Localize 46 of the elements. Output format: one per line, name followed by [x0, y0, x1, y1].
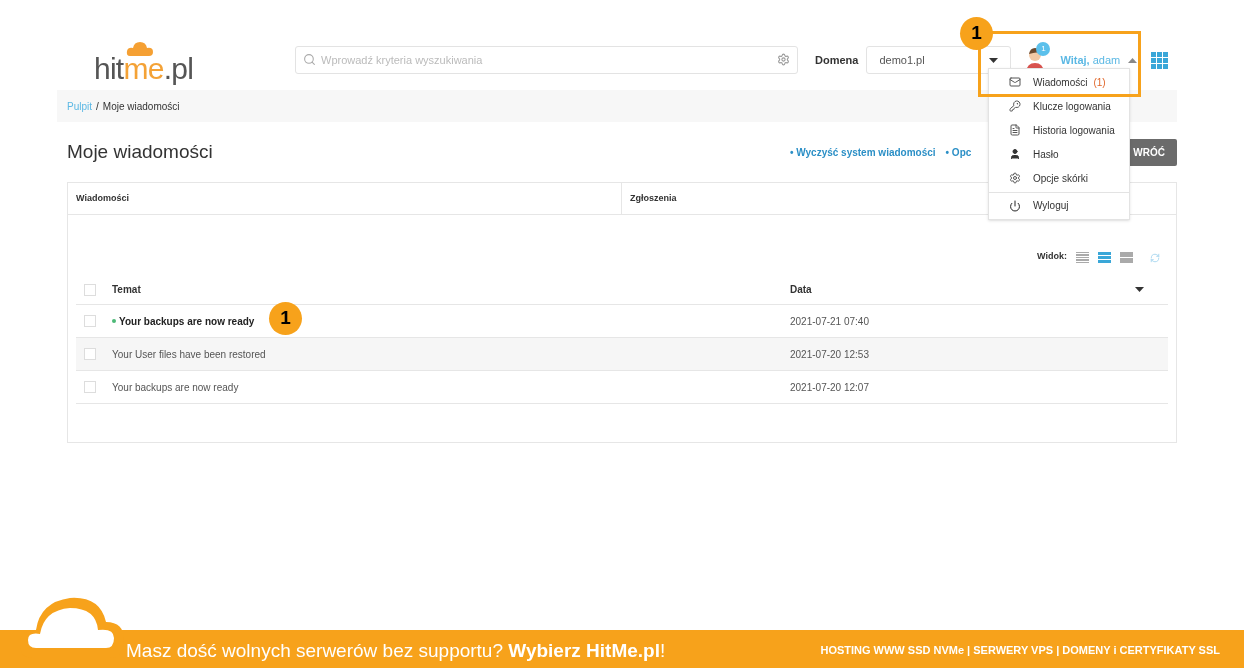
- checkbox[interactable]: [84, 348, 96, 360]
- document-icon: [1009, 124, 1021, 136]
- sort-caret-icon[interactable]: [1135, 287, 1144, 292]
- footer-links: HOSTING WWW SSD NVMe | SERWERY VPS | DOMENY i CERTYFIKATY SSL: [820, 643, 1220, 658]
- action-link[interactable]: • Wyczyść system wiadomości: [790, 144, 936, 160]
- gear-icon: [1009, 172, 1021, 184]
- search-icon: [303, 53, 316, 66]
- view-label: Widok:: [1037, 249, 1067, 263]
- page-title: Moje wiadomości: [67, 139, 213, 164]
- settings-icon[interactable]: [777, 53, 790, 66]
- list-view-icon[interactable]: [1120, 252, 1133, 263]
- power-icon: [1009, 199, 1021, 212]
- apps-grid-icon[interactable]: [1151, 51, 1169, 69]
- footer-slogan: Masz dość wolnych serwerów bez supportu? Wybierz HitMe.pl!: [126, 639, 666, 663]
- caret-icon: [1128, 57, 1138, 63]
- checkbox[interactable]: [84, 381, 96, 393]
- message-subject: Your backups are now ready: [119, 314, 255, 329]
- checkbox[interactable]: [84, 283, 96, 296]
- person-icon: [1009, 148, 1021, 160]
- caret-icon: [989, 57, 999, 63]
- domain-label: Domena: [815, 52, 859, 68]
- breadcrumb-current: Moje wiadomości: [102, 99, 180, 114]
- menu-item[interactable]: Wyloguj: [989, 193, 1129, 218]
- key-icon: [1009, 100, 1021, 112]
- checkbox[interactable]: [84, 315, 96, 327]
- column-header[interactable]: Temat: [112, 282, 790, 297]
- tab[interactable]: Wiadomości: [68, 183, 622, 215]
- message-date: 2021-07-20 12:53: [790, 347, 869, 362]
- message-subject: Your User files have been restored: [112, 347, 266, 362]
- message-date: 2021-07-21 07:40: [790, 314, 869, 329]
- notification-badge: 1: [1036, 42, 1051, 56]
- logo[interactable]: hitme.pl: [94, 36, 194, 84]
- breadcrumb-separator: /: [96, 99, 99, 114]
- list-view-icon[interactable]: [1076, 251, 1089, 263]
- table-row[interactable]: Your User files have been restored 2021-07-20 12:53: [76, 338, 1168, 371]
- envelope-icon: [1009, 76, 1021, 88]
- action-link[interactable]: • Opc: [945, 144, 972, 160]
- message-subject: Your backups are now ready: [112, 380, 239, 395]
- cloud-icon: [126, 40, 154, 56]
- search-field[interactable]: Wprowadź kryteria wyszukiwania: [295, 46, 798, 74]
- message-date: 2021-07-20 12:07: [790, 380, 869, 395]
- callout-badge: 1: [960, 17, 993, 50]
- refresh-icon[interactable]: [1150, 253, 1160, 263]
- list-view-icon[interactable]: [1098, 252, 1111, 263]
- column-header[interactable]: Data: [790, 282, 812, 297]
- menu-item[interactable]: Klucze logowania: [989, 94, 1129, 118]
